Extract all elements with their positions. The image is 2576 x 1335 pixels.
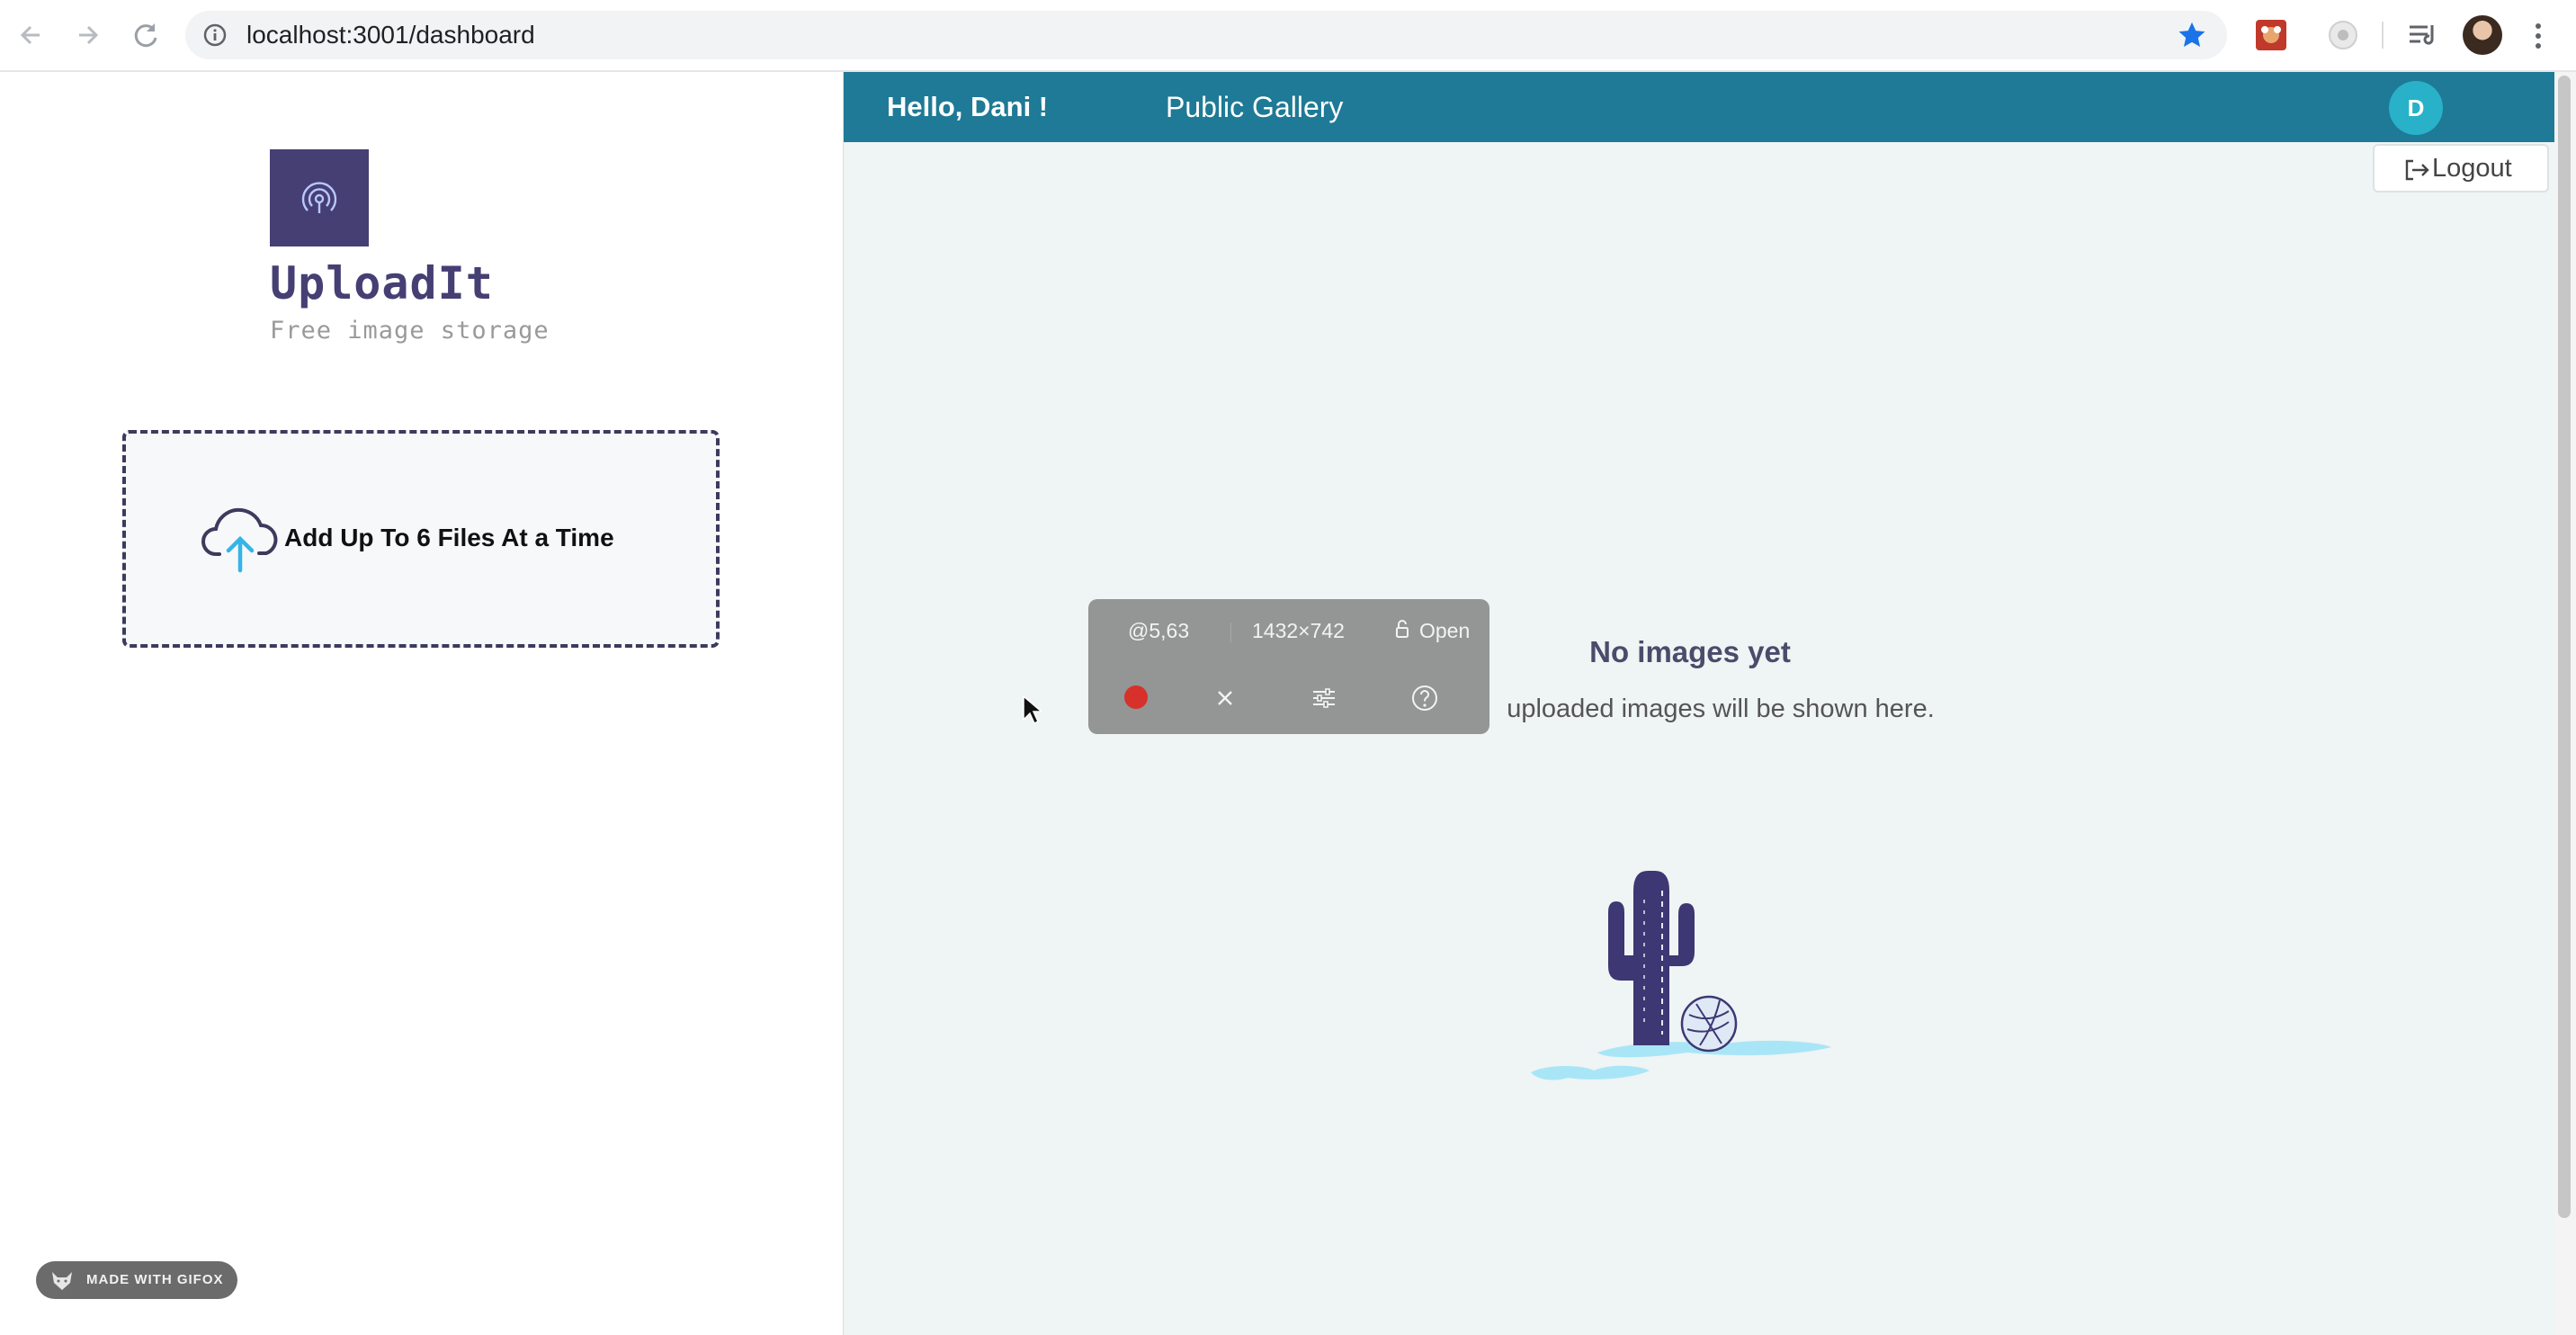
reload-icon[interactable] — [128, 17, 164, 53]
empty-state-title-text: No images yet — [1589, 635, 1791, 668]
app-brand-name: UploadIt — [270, 257, 494, 309]
toolbar-divider — [2382, 22, 2384, 49]
cactus-illustration — [1531, 871, 1831, 1080]
profile-avatar[interactable] — [2463, 15, 2502, 55]
greeting-text: Hello, Dani ! — [887, 91, 1049, 122]
public-gallery-link[interactable]: Public Gallery — [1166, 72, 1343, 142]
gifox-badge[interactable]: MADE WITH GIFOX — [36, 1261, 237, 1299]
url-text[interactable]: localhost:3001/dashboard — [246, 11, 535, 59]
user-avatar[interactable]: D — [2389, 81, 2443, 135]
forward-arrow-icon[interactable] — [70, 17, 106, 53]
scrollbar[interactable] — [2554, 72, 2576, 1335]
address-bar[interactable]: localhost:3001/dashboard — [185, 11, 2227, 59]
help-icon[interactable] — [1410, 684, 1439, 712]
star-icon[interactable] — [2177, 20, 2207, 50]
settings-sliders-icon[interactable] — [1310, 684, 1338, 712]
close-icon[interactable] — [1211, 684, 1239, 712]
app-tagline: Free image storage — [270, 317, 550, 345]
unlock-icon[interactable] — [1396, 619, 1409, 639]
extension-icon[interactable] — [2254, 18, 2288, 52]
scrollbar-thumb[interactable] — [2558, 76, 2571, 1218]
media-icon[interactable] — [2326, 18, 2360, 52]
file-dropzone[interactable]: Add Up To 6 Files At a Time — [122, 430, 720, 648]
broadcast-icon — [301, 182, 337, 213]
app-logo — [270, 149, 369, 246]
info-icon[interactable] — [201, 22, 228, 49]
recorder-divider — [1230, 623, 1231, 642]
recorder-open-button[interactable]: Open — [1419, 619, 1470, 643]
recorder-overlay: @5,63 1432×742 Open — [1088, 599, 1489, 734]
record-button[interactable] — [1124, 685, 1148, 709]
gifox-label: MADE WITH GIFOX — [86, 1272, 224, 1287]
dropzone-label: Add Up To 6 Files At a Time — [284, 524, 614, 551]
sidebar: UploadIt Free image storage Add Up To 6 … — [0, 72, 843, 1335]
recorder-position: @5,63 — [1128, 619, 1190, 642]
fox-icon — [52, 1272, 72, 1290]
logout-button[interactable]: Logout — [2373, 144, 2549, 193]
logout-label: Logout — [2432, 154, 2512, 183]
mouse-cursor-icon — [1023, 694, 1042, 725]
top-navbar: Hello, Dani ! Public Gallery D — [844, 72, 2554, 142]
recorder-size[interactable]: 1432×742 — [1252, 619, 1345, 643]
logout-icon — [2405, 159, 2429, 181]
queue-icon[interactable] — [2405, 18, 2439, 52]
cloud-upload-icon — [201, 507, 278, 573]
browser-toolbar: localhost:3001/dashboard — [0, 0, 2576, 72]
back-arrow-icon[interactable] — [13, 17, 49, 53]
empty-state-subtitle-text: uploaded images will be shown here. — [1507, 694, 1935, 723]
menu-icon[interactable] — [2527, 18, 2549, 54]
